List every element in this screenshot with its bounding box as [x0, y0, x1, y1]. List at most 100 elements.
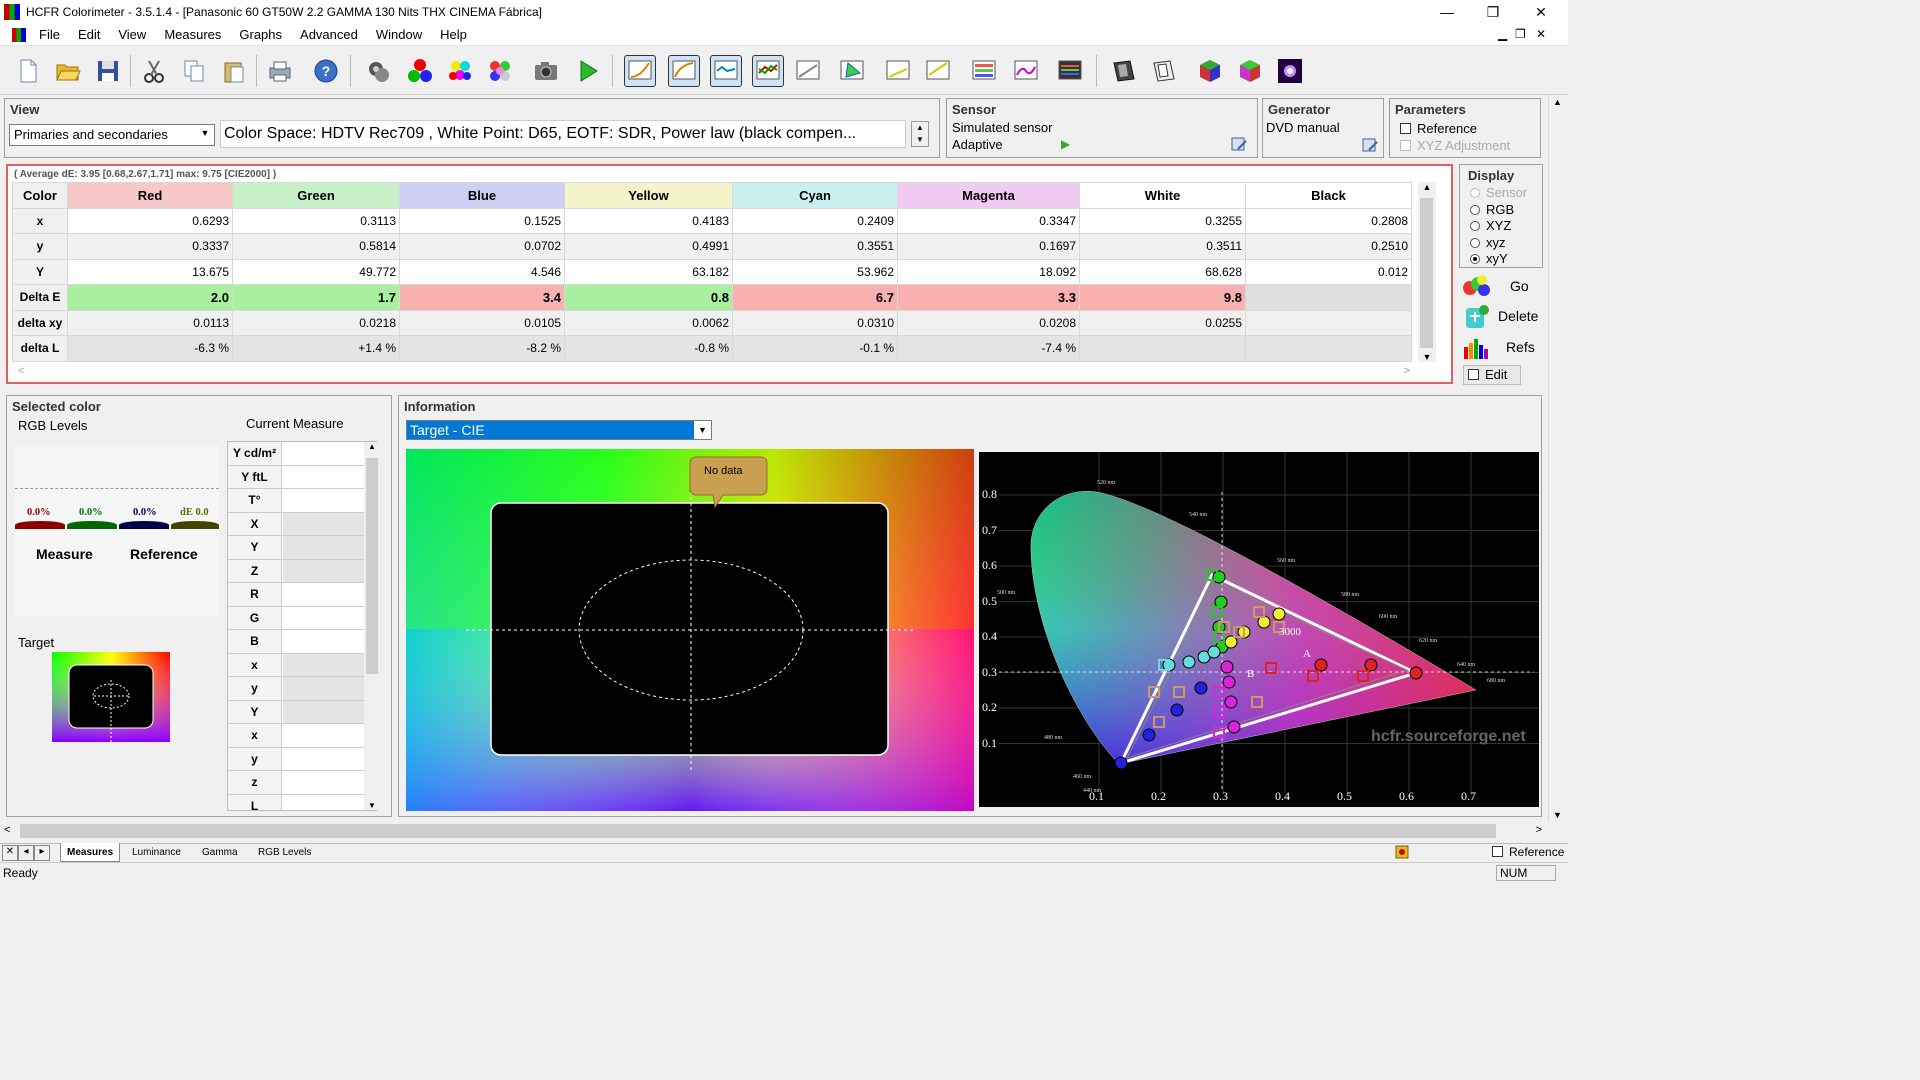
table-cell[interactable]: +1.4 %: [232, 335, 400, 362]
refs-button[interactable]: Refs: [1460, 333, 1540, 361]
generator-config-icon[interactable]: [1361, 136, 1379, 154]
measure-secondaries-icon[interactable]: [444, 55, 476, 87]
help-icon[interactable]: ?: [310, 55, 342, 87]
sensor-probe-icon[interactable]: [362, 55, 394, 87]
current-measure-scrollbar[interactable]: ▲ ▼: [364, 442, 380, 810]
menu-file[interactable]: File: [30, 27, 69, 42]
mdi-restore-button[interactable]: ❐: [1515, 27, 1526, 41]
table-cell[interactable]: 0.0702: [399, 233, 565, 260]
menu-edit[interactable]: Edit: [69, 27, 109, 42]
tab-gamma[interactable]: Gamma: [196, 843, 244, 862]
open-folder-icon[interactable]: [52, 55, 84, 87]
table-cell[interactable]: [1245, 309, 1412, 336]
tab-luminance[interactable]: Luminance: [126, 843, 187, 862]
table-cell[interactable]: 3.4: [399, 284, 565, 311]
menu-measures[interactable]: Measures: [155, 27, 230, 42]
restore-button[interactable]: ❐: [1470, 0, 1516, 24]
view-mode-select[interactable]: Primaries and secondaries ▼: [9, 124, 215, 146]
table-cell[interactable]: 0.1697: [897, 233, 1080, 260]
table-cell[interactable]: 0.8: [564, 284, 733, 311]
table-cell[interactable]: 0.5814: [232, 233, 400, 260]
film-strip-outline-icon[interactable]: [1148, 55, 1180, 87]
tab-next-icon[interactable]: ▸: [34, 845, 50, 861]
graph-color-comparator-icon[interactable]: [968, 55, 1000, 87]
play-icon[interactable]: ▶: [1061, 137, 1070, 151]
table-cell[interactable]: [1079, 335, 1246, 362]
table-cell[interactable]: [1245, 284, 1412, 311]
table-cell[interactable]: 53.962: [732, 258, 898, 285]
table-cell[interactable]: 68.628: [1079, 258, 1246, 285]
column-header-color[interactable]: Color: [12, 182, 68, 209]
mdi-minimize-button[interactable]: ▁: [1498, 27, 1507, 41]
graph-rgb-levels-icon[interactable]: [752, 55, 784, 87]
table-cell[interactable]: 0.6293: [67, 207, 233, 234]
main-vertical-scrollbar[interactable]: ▲ ▼: [1548, 95, 1566, 822]
color-cube-icon[interactable]: [1194, 55, 1226, 87]
graph-near-white-icon[interactable]: [922, 55, 954, 87]
footer-reference-checkbox[interactable]: Reference: [1492, 845, 1564, 859]
tab-prev-icon[interactable]: ◂: [18, 845, 34, 861]
close-button[interactable]: ✕: [1518, 0, 1564, 24]
table-cell[interactable]: [1245, 335, 1412, 362]
play-icon[interactable]: [572, 55, 604, 87]
measures-horizontal-scrollbar[interactable]: < >: [14, 365, 1414, 379]
table-cell[interactable]: 2.0: [67, 284, 233, 311]
graph-near-black-icon[interactable]: [882, 55, 914, 87]
film-strip-icon[interactable]: [1108, 55, 1140, 87]
display-option-rgb[interactable]: RGB: [1470, 202, 1527, 219]
display-option-xyy[interactable]: xyY: [1470, 251, 1527, 268]
table-cell[interactable]: 0.2808: [1245, 207, 1412, 234]
measure-all-colors-icon[interactable]: [484, 55, 516, 87]
table-cell[interactable]: 0.012: [1245, 258, 1412, 285]
table-cell[interactable]: 0.0255: [1079, 309, 1246, 336]
graph-spectrum-icon[interactable]: [1010, 55, 1042, 87]
menu-help[interactable]: Help: [431, 27, 476, 42]
main-horizontal-scrollbar[interactable]: < >: [0, 822, 1548, 840]
measures-vertical-scrollbar[interactable]: ▲ ▼: [1418, 182, 1436, 362]
table-cell[interactable]: 0.0218: [232, 309, 400, 336]
table-cell[interactable]: -6.3 %: [67, 335, 233, 362]
starburst-icon[interactable]: [1274, 55, 1306, 87]
table-cell[interactable]: 0.0105: [399, 309, 565, 336]
save-icon[interactable]: [92, 55, 124, 87]
table-cell[interactable]: 9.8: [1079, 284, 1246, 311]
info-spinner[interactable]: ▲ ▼: [911, 121, 929, 147]
display-option-sensor[interactable]: Sensor: [1470, 185, 1527, 202]
information-mode-select[interactable]: Target - CIE ▼: [406, 420, 712, 440]
column-header-yellow[interactable]: Yellow: [564, 182, 733, 209]
graph-temperature-icon[interactable]: [710, 55, 742, 87]
camera-icon[interactable]: [530, 55, 562, 87]
table-cell[interactable]: 0.2510: [1245, 233, 1412, 260]
table-cell[interactable]: 0.1525: [399, 207, 565, 234]
xyz-adjustment-checkbox[interactable]: XYZ Adjustment: [1400, 138, 1510, 153]
graph-saturation-icon[interactable]: [792, 55, 824, 87]
table-cell[interactable]: 0.3255: [1079, 207, 1246, 234]
table-cell[interactable]: 0.2409: [732, 207, 898, 234]
copy-icon[interactable]: [178, 55, 210, 87]
cut-icon[interactable]: [138, 55, 170, 87]
table-cell[interactable]: 0.3337: [67, 233, 233, 260]
reference-checkbox[interactable]: Reference: [1400, 121, 1477, 136]
graph-measures-icon[interactable]: [1054, 55, 1086, 87]
column-header-green[interactable]: Green: [232, 182, 400, 209]
table-cell[interactable]: 0.3511: [1079, 233, 1246, 260]
table-cell[interactable]: 49.772: [232, 258, 400, 285]
graph-luminance-icon[interactable]: [624, 55, 656, 87]
column-header-red[interactable]: Red: [67, 182, 233, 209]
graph-gamma-icon[interactable]: [668, 55, 700, 87]
column-header-cyan[interactable]: Cyan: [732, 182, 898, 209]
edit-checkbox[interactable]: Edit: [1463, 365, 1521, 385]
table-cell[interactable]: 0.3113: [232, 207, 400, 234]
table-cell[interactable]: 0.0310: [732, 309, 898, 336]
column-header-blue[interactable]: Blue: [399, 182, 565, 209]
menu-window[interactable]: Window: [367, 27, 431, 42]
table-cell[interactable]: -0.8 %: [564, 335, 733, 362]
new-file-icon[interactable]: [12, 55, 44, 87]
table-cell[interactable]: 1.7: [232, 284, 400, 311]
table-cell[interactable]: 0.3347: [897, 207, 1080, 234]
table-cell[interactable]: 0.3551: [732, 233, 898, 260]
table-cell[interactable]: 0.0208: [897, 309, 1080, 336]
table-cell[interactable]: 0.0062: [564, 309, 733, 336]
table-cell[interactable]: 0.0113: [67, 309, 233, 336]
column-header-white[interactable]: White: [1079, 182, 1246, 209]
